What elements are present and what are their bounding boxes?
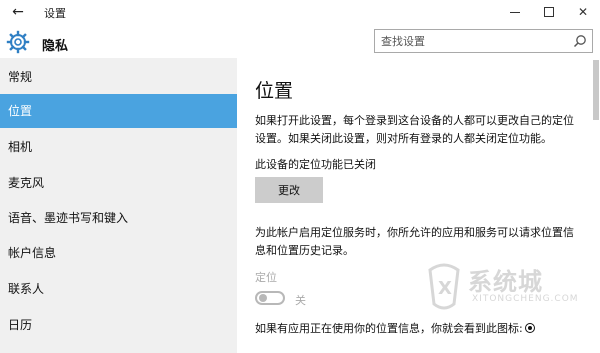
sidebar-item-calendar[interactable]: 日历 xyxy=(0,308,237,342)
location-label: 定位 xyxy=(255,271,277,284)
close-icon: ✕ xyxy=(577,5,589,19)
maximize-button[interactable] xyxy=(534,2,564,22)
title-bar: ← 设置 ✕ xyxy=(0,0,600,25)
watermark-logo-icon: X xyxy=(428,263,460,310)
sidebar-item-speech-inking-typing[interactable]: 语音、墨迹书写和键入 xyxy=(0,201,237,235)
minimize-icon xyxy=(510,11,520,13)
minimize-button[interactable] xyxy=(500,2,530,22)
sidebar-item-microphone[interactable]: 麦克风 xyxy=(0,166,237,200)
maximize-icon xyxy=(544,7,554,17)
svg-text:X: X xyxy=(438,278,452,299)
intro-text-line-1: 如果打开此设置，每个登录到这台设备的人都可以更改自己的定位 xyxy=(255,114,574,127)
window-title: 设置 xyxy=(44,7,66,20)
search-input[interactable] xyxy=(375,30,565,52)
sidebar: 常规 位置 相机 麦克风 语音、墨迹书写和键入 帐户信息 联系人 日历 xyxy=(0,58,237,353)
toggle-state-text: 关 xyxy=(295,294,306,307)
sidebar-item-location[interactable]: 位置 xyxy=(0,94,237,128)
account-text-line-1: 为此帐户启用定位服务时，你所允许的应用和服务可以请求位置信 xyxy=(255,226,574,239)
page-title: 位置 xyxy=(255,80,294,102)
intro-text-line-2: 设置。如果关闭此设置，则对所有登录的人都关闭定位功能。 xyxy=(255,132,552,145)
search-icon[interactable] xyxy=(573,34,587,48)
watermark: X 系统城 XITONGCHENG.COM xyxy=(420,258,590,328)
scrollbar[interactable] xyxy=(592,58,600,353)
page-category-title: 隐私 xyxy=(42,39,69,54)
change-button[interactable]: 更改 xyxy=(255,177,323,203)
back-icon[interactable]: ← xyxy=(8,3,28,21)
search-box[interactable] xyxy=(374,29,593,53)
header: 隐私 xyxy=(0,25,600,58)
toggle-knob xyxy=(259,294,267,302)
sidebar-item-camera[interactable]: 相机 xyxy=(0,130,237,164)
watermark-text: 系统城 xyxy=(468,268,543,296)
sidebar-item-account-info[interactable]: 帐户信息 xyxy=(0,236,237,270)
device-location-status: 此设备的定位功能已关闭 xyxy=(255,158,376,171)
scroll-thumb[interactable] xyxy=(593,60,599,120)
gear-icon xyxy=(6,30,30,54)
location-toggle[interactable] xyxy=(255,291,285,305)
watermark-subtext: XITONGCHENG.COM xyxy=(472,294,579,304)
sidebar-item-contacts[interactable]: 联系人 xyxy=(0,272,237,306)
sidebar-item-general[interactable]: 常规 xyxy=(0,60,237,94)
close-button[interactable]: ✕ xyxy=(568,2,598,22)
